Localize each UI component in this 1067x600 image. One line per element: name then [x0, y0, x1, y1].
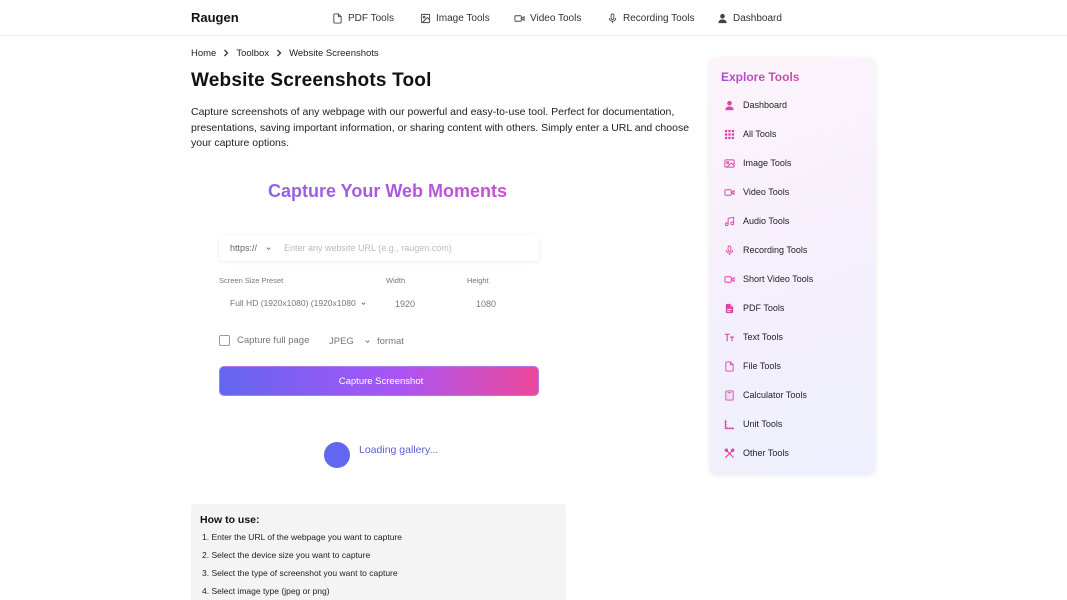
protocol-value: https://: [230, 243, 258, 253]
sidebar-item-text-tools[interactable]: Text Tools: [724, 330, 783, 344]
full-page-option: Capture full page: [219, 335, 309, 346]
preset-value: Full HD (1920x1080) (1920x1080): [230, 298, 356, 308]
sidebar-item-video-tools[interactable]: Video Tools: [724, 185, 789, 199]
chevron-down-icon: [365, 340, 370, 343]
brand-logo[interactable]: Raugen: [191, 10, 239, 25]
chevron-right-icon: [224, 49, 229, 57]
user-icon: [725, 100, 734, 110]
list-item: 3. Select the type of screenshot you wan…: [202, 568, 398, 578]
hero-text: Capture Your Web Moments: [268, 181, 508, 201]
list-item: 4. Select image type (jpeg or png): [202, 586, 330, 596]
sidebar-item-label: Video Tools: [743, 187, 790, 197]
how-to-use-panel: How to use: 1. Enter the URL of the webp…: [191, 504, 566, 600]
height-label: Height: [467, 276, 489, 285]
nav-recording-tools[interactable]: Recording Tools: [607, 11, 695, 25]
full-page-checkbox[interactable]: [219, 335, 230, 346]
page-description: Capture screenshots of any webpage with …: [191, 106, 690, 149]
width-input[interactable]: [386, 295, 446, 313]
tools-icon: [724, 448, 735, 458]
nav-label: Image Tools: [436, 12, 490, 24]
hero-heading: Capture Your Web Moments: [262, 181, 507, 202]
format-select[interactable]: JPEG: [329, 336, 371, 347]
height-input[interactable]: [467, 295, 527, 313]
sidebar-item-label: Calculator Tools: [743, 390, 807, 400]
sidebar-item-short-video-tools[interactable]: Short Video Tools: [724, 272, 813, 286]
sidebar-item-other-tools[interactable]: Other Tools: [724, 446, 789, 460]
breadcrumb-current: Website Screenshots: [289, 47, 379, 59]
music-icon: [724, 216, 735, 226]
user-icon: [718, 13, 727, 23]
breadcrumb: Home Toolbox Website Screenshots: [191, 47, 379, 59]
how-to-steps: 1. Enter the URL of the webpage you want…: [200, 532, 557, 600]
list-item: 1. Enter the URL of the webpage you want…: [202, 532, 403, 542]
sidebar-item-dashboard[interactable]: Dashboard: [724, 98, 787, 112]
sidebar-item-audio-tools[interactable]: Audio Tools: [724, 214, 789, 228]
sidebar-item-label: Image Tools: [743, 158, 792, 168]
capture-screenshot-button[interactable]: Capture Screenshot: [219, 366, 539, 396]
url-bar: https://: [219, 235, 539, 261]
top-navbar: Raugen PDF Tools Image Tools Video Tools…: [0, 0, 1067, 36]
file-icon: [725, 360, 734, 372]
sidebar-item-unit-tools[interactable]: Unit Tools: [724, 417, 782, 431]
nav-video-tools[interactable]: Video Tools: [514, 11, 581, 25]
gallery-loading-text: Loading gallery...: [359, 444, 439, 456]
grid-icon: [724, 129, 735, 139]
nav-image-tools[interactable]: Image Tools: [420, 11, 490, 25]
sidebar-item-label: Short Video Tools: [743, 274, 814, 284]
loading-spinner: [324, 442, 350, 468]
page-title: Website Screenshots Tool: [191, 70, 432, 91]
format-value: JPEG: [329, 336, 354, 347]
list-item: 2. Select the device size you want to ca…: [202, 550, 371, 560]
nav-pdf-tools[interactable]: PDF Tools: [332, 11, 394, 25]
url-input[interactable]: [284, 243, 524, 253]
calculator-icon: [725, 389, 734, 401]
full-page-label: Capture full page: [237, 335, 310, 346]
sidebar-item-pdf-tools[interactable]: PDF Tools: [724, 301, 784, 315]
sidebar-title: Explore Tools: [721, 70, 800, 84]
image-icon: [420, 13, 431, 23]
nav-dashboard[interactable]: Dashboard: [717, 11, 782, 25]
chevron-down-icon: [266, 246, 271, 250]
sidebar-item-label: Text Tools: [743, 332, 783, 342]
chevron-right-icon: [277, 49, 282, 57]
format-label: format: [377, 336, 404, 347]
preset-label: Screen Size Preset: [219, 276, 284, 285]
video-icon: [724, 275, 735, 283]
sidebar-item-file-tools[interactable]: File Tools: [724, 359, 781, 373]
chevron-down-icon: [361, 301, 366, 305]
sidebar-item-recording-tools[interactable]: Recording Tools: [724, 243, 807, 257]
pdf-icon: [725, 303, 734, 313]
protocol-select[interactable]: https://: [219, 243, 284, 253]
explore-tools-sidebar: Explore Tools Dashboard All Tools Image …: [710, 58, 875, 474]
ruler-icon: [724, 419, 735, 429]
breadcrumb-home[interactable]: Home: [191, 48, 216, 59]
breadcrumb-toolbox[interactable]: Toolbox: [236, 48, 269, 59]
sidebar-item-all-tools[interactable]: All Tools: [724, 127, 776, 141]
microphone-icon: [725, 244, 734, 255]
sidebar-item-label: PDF Tools: [743, 303, 785, 313]
capture-button-label: Capture Screenshot: [338, 375, 424, 387]
nav-label: Video Tools: [530, 12, 582, 24]
video-icon: [514, 14, 525, 22]
text-icon: [724, 333, 735, 341]
nav-label: PDF Tools: [348, 12, 394, 24]
sidebar-item-calculator-tools[interactable]: Calculator Tools: [724, 388, 807, 402]
microphone-icon: [608, 12, 617, 23]
sidebar-item-label: Other Tools: [743, 448, 789, 458]
sidebar-item-label: Dashboard: [743, 100, 788, 110]
image-icon: [724, 158, 735, 168]
width-label: Width: [386, 276, 406, 285]
sidebar-item-image-tools[interactable]: Image Tools: [724, 156, 791, 170]
video-icon: [724, 188, 735, 196]
sidebar-item-label: Recording Tools: [743, 245, 808, 255]
sidebar-item-label: Audio Tools: [743, 216, 790, 226]
nav-label: Recording Tools: [623, 12, 695, 24]
sidebar-item-label: Unit Tools: [743, 419, 783, 429]
sidebar-item-label: File Tools: [743, 361, 781, 371]
how-to-title: How to use:: [200, 514, 260, 526]
nav-label: Dashboard: [733, 12, 782, 24]
screen-size-preset-select[interactable]: Full HD (1920x1080) (1920x1080): [219, 294, 374, 312]
sidebar-item-label: All Tools: [743, 129, 777, 139]
file-icon: [333, 12, 342, 24]
